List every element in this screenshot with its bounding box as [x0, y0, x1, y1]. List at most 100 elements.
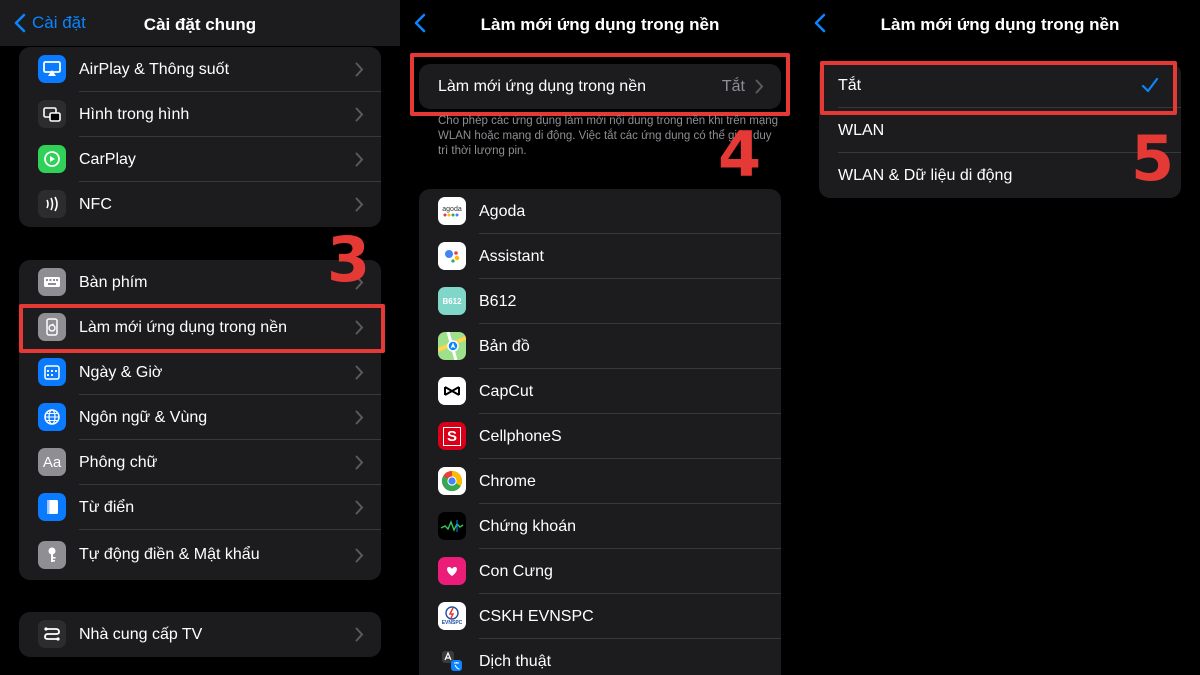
- option-wlan[interactable]: WLAN: [819, 108, 1181, 153]
- stocks-icon: [438, 512, 466, 540]
- b612-icon: B612: [438, 287, 466, 315]
- chevron-right-icon: [355, 627, 364, 642]
- agoda-icon: agoda: [438, 197, 466, 225]
- app-row-maps[interactable]: Bản đồ: [419, 324, 781, 369]
- cellphones-icon-glyph: S: [442, 426, 461, 446]
- general-settings-panel: Cài đặt Cài đặt chung AirPlay & Thông su…: [0, 0, 400, 675]
- picture-in-picture-icon: [38, 100, 66, 128]
- chevron-right-icon: [355, 320, 364, 335]
- row-label: NFC: [79, 196, 112, 213]
- airplay-icon: [38, 55, 66, 83]
- row-label: Làm mới ứng dụng trong nền: [438, 78, 646, 95]
- capcut-icon: [438, 377, 466, 405]
- page-title: Làm mới ứng dụng trong nền: [480, 15, 720, 34]
- current-value: Tắt: [721, 78, 745, 95]
- nfc-icon: [38, 190, 66, 218]
- page-title: Làm mới ứng dụng trong nền: [880, 15, 1120, 34]
- row-label: Con Cưng: [479, 563, 553, 580]
- row-label: Agoda: [479, 203, 526, 220]
- row-label: CSKH EVNSPC: [479, 608, 594, 625]
- settings-group-system: Bàn phím Làm mới ứng dụng trong nền Ngày…: [19, 260, 381, 580]
- row-label: CapCut: [479, 383, 534, 400]
- evnspc-icon: EVNSPC: [438, 602, 466, 630]
- chevron-right-icon: [355, 107, 364, 122]
- background-refresh-setting-row[interactable]: Làm mới ứng dụng trong nền Tắt: [419, 64, 781, 109]
- app-row-chrome[interactable]: Chrome: [419, 459, 781, 504]
- app-list: agoda Agoda Assistant B612 B612 Bản đồ C…: [419, 189, 781, 675]
- settings-row-language-region[interactable]: Ngôn ngữ & Vùng: [19, 395, 381, 440]
- app-row-translate[interactable]: Dịch thuật: [419, 639, 781, 675]
- row-label: Chứng khoán: [479, 518, 576, 535]
- app-row-stocks[interactable]: Chứng khoán: [419, 504, 781, 549]
- translate-icon: [438, 647, 466, 675]
- app-row-b612[interactable]: B612 B612: [419, 279, 781, 324]
- setting-group: Làm mới ứng dụng trong nền Tắt: [419, 64, 781, 109]
- option-off[interactable]: Tắt: [819, 63, 1181, 108]
- row-label: Nhà cung cấp TV: [79, 626, 203, 643]
- agoda-icon-glyph: agoda: [442, 205, 462, 213]
- row-label: CellphoneS: [479, 428, 562, 445]
- app-row-evnspc[interactable]: EVNSPC CSKH EVNSPC: [419, 594, 781, 639]
- refresh-options-panel: Làm mới ứng dụng trong nền Tắt WLAN WLAN…: [800, 0, 1200, 675]
- b612-icon-glyph: B612: [442, 296, 462, 306]
- chevron-right-icon: [355, 197, 364, 212]
- chevron-right-icon: [355, 62, 364, 77]
- row-label: CarPlay: [79, 151, 136, 168]
- chevron-right-icon: [355, 455, 364, 470]
- row-label: Chrome: [479, 473, 536, 490]
- nav-bar: Làm mới ứng dụng trong nền: [400, 0, 800, 46]
- settings-row-date-time[interactable]: Ngày & Giờ: [19, 350, 381, 395]
- row-label: Ngày & Giờ: [79, 364, 163, 381]
- app-row-cellphones[interactable]: S CellphoneS: [419, 414, 781, 459]
- page-title: Cài đặt chung: [143, 15, 257, 34]
- chevron-right-icon: [355, 365, 364, 380]
- background-refresh-icon: [38, 313, 66, 341]
- tv-provider-icon: [38, 620, 66, 648]
- font-icon-glyph: Aa: [42, 453, 62, 471]
- step-number: 3: [327, 223, 371, 296]
- row-label: Bản đồ: [479, 338, 530, 355]
- nav-bar: Làm mới ứng dụng trong nền: [800, 0, 1200, 46]
- cellphones-icon: S: [438, 422, 466, 450]
- row-label: Phông chữ: [79, 454, 158, 471]
- checkmark-icon: [1141, 77, 1159, 93]
- app-row-assistant[interactable]: Assistant: [419, 234, 781, 279]
- settings-row-fonts[interactable]: Aa Phông chữ: [19, 440, 381, 485]
- background-refresh-panel: Làm mới ứng dụng trong nền Làm mới ứng d…: [400, 0, 800, 675]
- settings-row-dictionary[interactable]: Từ điển: [19, 485, 381, 530]
- app-row-capcut[interactable]: CapCut: [419, 369, 781, 414]
- carplay-icon: [38, 145, 66, 173]
- chevron-right-icon: [755, 79, 764, 94]
- row-label: Làm mới ứng dụng trong nền: [79, 319, 287, 336]
- font-icon: Aa: [38, 448, 66, 476]
- row-label: Tự động điền & Mật khẩu: [79, 546, 260, 563]
- settings-row-pip[interactable]: Hình trong hình: [19, 92, 381, 137]
- chevron-right-icon: [355, 410, 364, 425]
- globe-icon: [38, 403, 66, 431]
- row-label: AirPlay & Thông suốt: [79, 61, 230, 78]
- keyboard-icon: [38, 268, 66, 296]
- row-label: Ngôn ngữ & Vùng: [79, 409, 208, 426]
- option-label: WLAN & Dữ liệu di động: [838, 167, 1013, 184]
- chevron-right-icon: [355, 500, 364, 515]
- settings-row-autofill-passwords[interactable]: Tự động điền & Mật khẩu: [19, 530, 381, 580]
- step-number: 4: [718, 118, 762, 191]
- row-label: B612: [479, 293, 517, 310]
- settings-row-nfc[interactable]: NFC: [19, 182, 381, 227]
- options-group: Tắt WLAN WLAN & Dữ liệu di động: [819, 63, 1181, 198]
- row-label: Hình trong hình: [79, 106, 190, 123]
- calendar-icon: [38, 358, 66, 386]
- con-cung-icon: [438, 557, 466, 585]
- chevron-right-icon: [355, 548, 364, 563]
- app-row-agoda[interactable]: agoda Agoda: [419, 189, 781, 234]
- app-row-con-cung[interactable]: Con Cưng: [419, 549, 781, 594]
- settings-row-airplay[interactable]: AirPlay & Thông suốt: [19, 47, 381, 92]
- option-wlan-cellular[interactable]: WLAN & Dữ liệu di động: [819, 153, 1181, 198]
- settings-row-carplay[interactable]: CarPlay: [19, 137, 381, 182]
- row-label: Assistant: [479, 248, 544, 265]
- settings-row-tv-provider[interactable]: Nhà cung cấp TV: [19, 612, 381, 657]
- chrome-icon: [438, 467, 466, 495]
- key-icon: [38, 541, 66, 569]
- settings-row-background-refresh[interactable]: Làm mới ứng dụng trong nền: [19, 305, 381, 350]
- row-label: Bàn phím: [79, 274, 148, 291]
